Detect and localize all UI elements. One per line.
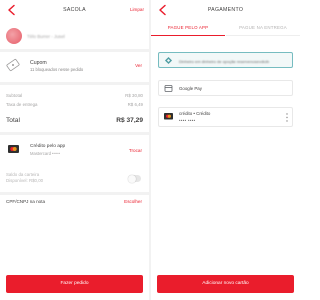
- tab-pay-in-app[interactable]: PAGUE PELO APP: [151, 22, 225, 36]
- option-label: crédito • Crédito: [179, 111, 211, 116]
- delivery-fee-row: Taxa de entrega R$ 6,49: [6, 102, 143, 107]
- wallet-balance-row: Saldo da carteira Disponível: R$0,00: [6, 172, 143, 190]
- subtotal-value: R$ 30,80: [125, 93, 143, 98]
- payment-option-google-pay[interactable]: Google Pay: [158, 80, 293, 96]
- coupon-icon: [6, 58, 20, 72]
- total-label: Total: [6, 117, 20, 124]
- option-label: Dinheiro em dinheiro de opoçãe reserveno…: [179, 58, 270, 64]
- clear-button[interactable]: Limpar: [130, 7, 144, 12]
- more-vertical-icon[interactable]: [286, 113, 288, 122]
- payment-tabs: PAGUE PELO APP PAGUE NA ENTREGA: [151, 22, 300, 36]
- delivery-fee-value: R$ 6,49: [127, 102, 143, 107]
- total-value: R$ 37,29: [116, 117, 143, 124]
- payment-title: Crédito pelo app: [30, 144, 66, 149]
- delivery-fee-label: Taxa de entrega: [6, 102, 38, 107]
- restaurant-header[interactable]: Tèlo Burrer - Jusel: [6, 26, 143, 44]
- coupon-subtitle: 11 bloqueados nesse pedido: [30, 67, 84, 72]
- card-masked-number: ••••: [52, 151, 61, 156]
- payment-method-row[interactable]: Crédito pelo app Mastercard •••• Trocar: [6, 141, 143, 163]
- diamond-icon: [164, 56, 173, 65]
- divider: [0, 132, 149, 135]
- cpf-row[interactable]: CPF/CNPJ na nota Escolher: [6, 199, 143, 209]
- wallet-amount: Disponível: R$0,00: [6, 178, 44, 183]
- restaurant-name: Tèlo Burrer - Jusel: [27, 34, 65, 39]
- divider: [0, 82, 149, 85]
- payment-screen: PAGAMENTO PAGUE PELO APP PAGUE NA ENTREG…: [151, 0, 300, 300]
- divider: [0, 49, 149, 52]
- choose-cpf-button[interactable]: Escolher: [124, 199, 142, 204]
- bag-screen: SACOLA Limpar Tèlo Burrer - Jusel Cupom …: [0, 0, 149, 300]
- card-masked-number: •••• ••••: [179, 118, 196, 123]
- view-coupons-button[interactable]: Ver: [135, 63, 142, 68]
- wallet-label: Saldo da carteira: [6, 172, 40, 177]
- place-order-button[interactable]: Fazer pedido: [6, 275, 143, 293]
- mastercard-icon: [164, 113, 173, 120]
- payment-header: PAGAMENTO: [151, 0, 300, 22]
- bag-header: SACOLA Limpar: [0, 0, 149, 22]
- page-title: PAGAMENTO: [207, 7, 244, 13]
- change-payment-button[interactable]: Trocar: [129, 148, 142, 153]
- coupon-row[interactable]: Cupom 11 bloqueados nesse pedido Ver: [6, 56, 143, 78]
- restaurant-logo: [6, 28, 22, 44]
- cpf-label: CPF/CNPJ na nota: [6, 199, 46, 204]
- subtotal-label: Subtotal: [6, 93, 23, 98]
- subtotal-row: Subtotal R$ 30,80: [6, 93, 143, 98]
- option-label: Google Pay: [179, 86, 202, 91]
- add-card-button[interactable]: Adicionar novo cartão: [157, 275, 294, 293]
- total-row: Total R$ 37,29: [6, 117, 143, 124]
- divider: [0, 192, 149, 195]
- wallet-toggle[interactable]: [128, 174, 141, 183]
- page-title: SACOLA: [63, 7, 86, 13]
- payment-option-credit-card[interactable]: crédito • Crédito •••• ••••: [158, 107, 293, 127]
- tab-pay-on-delivery[interactable]: PAGUE NA ENTREGA: [226, 22, 300, 36]
- mastercard-icon: [8, 145, 19, 153]
- payment-option-cash[interactable]: Dinheiro em dinheiro de opoçãe reserveno…: [158, 52, 293, 68]
- payment-card-info: Mastercard ••••: [30, 151, 60, 156]
- card-brand: Mastercard: [30, 151, 51, 156]
- coupon-title: Cupom: [30, 60, 47, 66]
- google-pay-icon: [164, 85, 173, 92]
